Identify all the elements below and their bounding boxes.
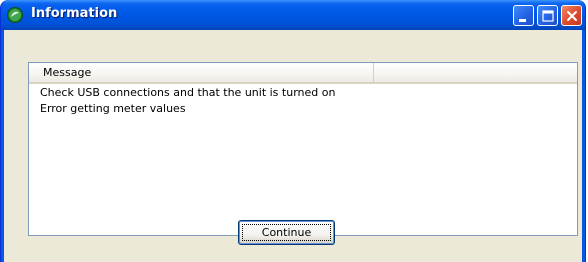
dialog-body: Message Check USB connections and that t… (4, 30, 582, 262)
close-button[interactable] (561, 5, 582, 26)
maximize-icon (542, 10, 554, 22)
column-header-message[interactable]: Message (29, 63, 374, 82)
minimize-icon (519, 19, 526, 22)
app-icon (7, 7, 23, 23)
list-header: Message (29, 63, 577, 84)
maximize-button[interactable] (537, 5, 558, 26)
continue-button[interactable]: Continue (238, 220, 335, 245)
title-bar[interactable]: Information (1, 0, 585, 30)
minimize-button[interactable] (513, 5, 534, 26)
list-item[interactable]: Check USB connections and that the unit … (29, 85, 577, 101)
column-header-empty[interactable] (375, 63, 577, 82)
list-rows: Check USB connections and that the unit … (29, 85, 577, 117)
list-item[interactable]: Error getting meter values (29, 101, 577, 117)
close-icon (567, 11, 577, 21)
window-title: Information (31, 6, 118, 21)
continue-button-label: Continue (242, 224, 331, 241)
message-list[interactable]: Message Check USB connections and that t… (28, 62, 578, 236)
information-dialog: Information Message Check USB connection… (0, 0, 586, 262)
